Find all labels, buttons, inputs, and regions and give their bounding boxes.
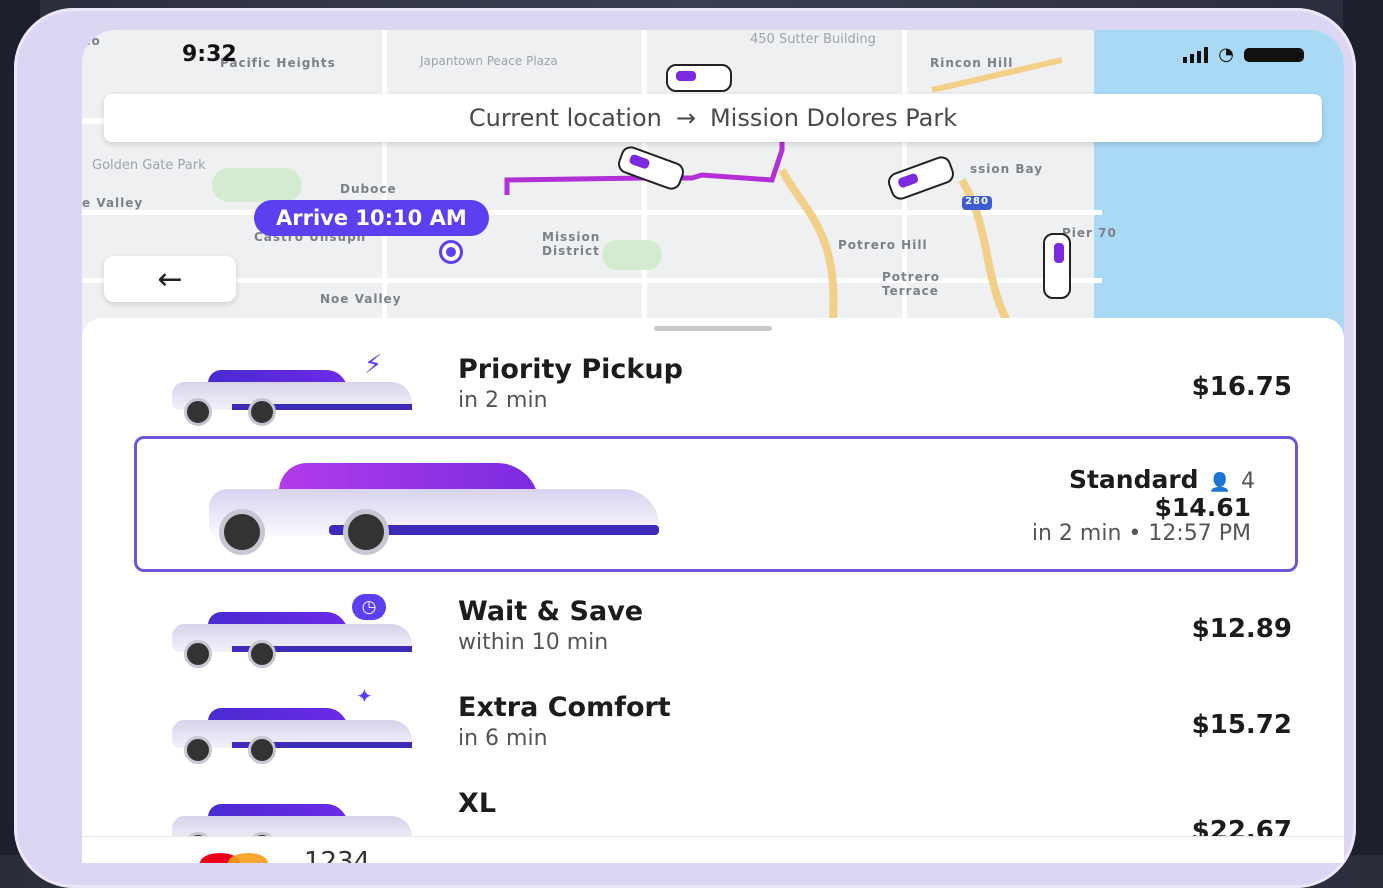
chevron-down-icon[interactable]: ⌄ bbox=[378, 854, 393, 863]
map-label: ssion Bay bbox=[970, 162, 1044, 176]
map-label: Noe Valley bbox=[320, 292, 402, 306]
signal-icon bbox=[1183, 46, 1209, 63]
phone-frame: uo Pacific Heights Japantown Peace Plaza… bbox=[14, 8, 1356, 888]
ride-price: $15.72 bbox=[1191, 710, 1292, 740]
highway-shield: 280 bbox=[962, 196, 992, 210]
ride-eta: in 2 min bbox=[458, 388, 548, 413]
back-button[interactable]: ← bbox=[104, 256, 236, 302]
map-label: Mission District bbox=[542, 230, 601, 258]
ride-price: $22.67 bbox=[1191, 816, 1292, 836]
map-label: e Valley bbox=[82, 196, 144, 210]
ride-name: XL bbox=[458, 788, 497, 819]
arrival-time-pill: Arrive 10:10 AM bbox=[254, 200, 489, 236]
route-summary[interactable]: Current location → Mission Dolores Park bbox=[104, 94, 1322, 142]
car-icon bbox=[172, 706, 412, 764]
ride-option-xl[interactable]: XL $22.67 bbox=[132, 788, 1292, 836]
person-icon: 👤 bbox=[1208, 472, 1231, 493]
ride-name: Standard bbox=[1068, 465, 1199, 494]
back-arrow-icon: ← bbox=[157, 261, 183, 297]
card-last-digits: 1234 bbox=[304, 847, 371, 863]
ride-eta: in 2 min • 12:57 PM bbox=[1031, 521, 1251, 546]
ride-option-priority-pickup[interactable]: ⚡ Priority Pickup in 2 min $16.75 bbox=[132, 350, 1292, 426]
ride-option-extra-comfort[interactable]: ✦ Extra Comfort in 6 min $15.72 bbox=[132, 684, 1292, 764]
route-arrow-icon: → bbox=[675, 104, 696, 132]
ride-price: $12.89 bbox=[1191, 614, 1292, 644]
ride-eta: in 6 min bbox=[458, 726, 548, 751]
sheet-drag-handle[interactable] bbox=[654, 326, 772, 331]
app-screen: uo Pacific Heights Japantown Peace Plaza… bbox=[82, 30, 1344, 863]
wifi-icon: ◔ bbox=[1218, 44, 1234, 65]
payment-footer[interactable]: 1234 ⌄ bbox=[82, 836, 1344, 863]
ride-eta: within 10 min bbox=[458, 630, 609, 655]
ride-capacity: 4 bbox=[1241, 469, 1255, 494]
route-origin: Current location bbox=[468, 104, 662, 132]
map-label: Potrero Hill bbox=[838, 238, 928, 252]
ride-option-standard-selected[interactable]: Standard 👤 4 $14.61 in 2 min • 12:57 PM bbox=[134, 436, 1298, 572]
map-car bbox=[1043, 233, 1071, 299]
battery-icon bbox=[1244, 47, 1304, 62]
route-destination: Mission Dolores Park bbox=[709, 104, 958, 132]
ride-option-wait-save[interactable]: ◷ Wait & Save within 10 min $12.89 bbox=[132, 594, 1292, 668]
ride-options-sheet: ⚡ Priority Pickup in 2 min $16.75 Standa… bbox=[82, 318, 1344, 863]
ride-name: Priority Pickup bbox=[458, 354, 683, 385]
ride-price: $16.75 bbox=[1191, 372, 1292, 402]
status-bar: 9:32 ◔ bbox=[82, 30, 1344, 70]
map-label: Golden Gate Park bbox=[92, 158, 206, 173]
lightning-icon: ⚡ bbox=[364, 350, 383, 380]
car-icon bbox=[209, 461, 659, 555]
ride-name: Wait & Save bbox=[458, 596, 644, 627]
ride-name: Extra Comfort bbox=[458, 692, 671, 723]
status-time: 9:32 bbox=[182, 42, 237, 67]
map-label: Duboce bbox=[340, 182, 397, 196]
car-icon bbox=[172, 802, 412, 836]
map-label: Pier 70 bbox=[1062, 226, 1117, 240]
destination-pin-icon bbox=[439, 240, 463, 264]
ride-price: $14.61 bbox=[1154, 493, 1251, 522]
clock-icon: ◷ bbox=[352, 594, 386, 620]
map-view[interactable]: uo Pacific Heights Japantown Peace Plaza… bbox=[82, 30, 1344, 340]
sparkle-icon: ✦ bbox=[356, 684, 373, 708]
status-icons: ◔ bbox=[1183, 44, 1304, 65]
ride-title-row: Standard 👤 4 bbox=[1069, 465, 1255, 494]
map-label: Potrero Terrace bbox=[882, 270, 940, 298]
payment-card-number: 1234 ⌄ bbox=[304, 847, 394, 863]
